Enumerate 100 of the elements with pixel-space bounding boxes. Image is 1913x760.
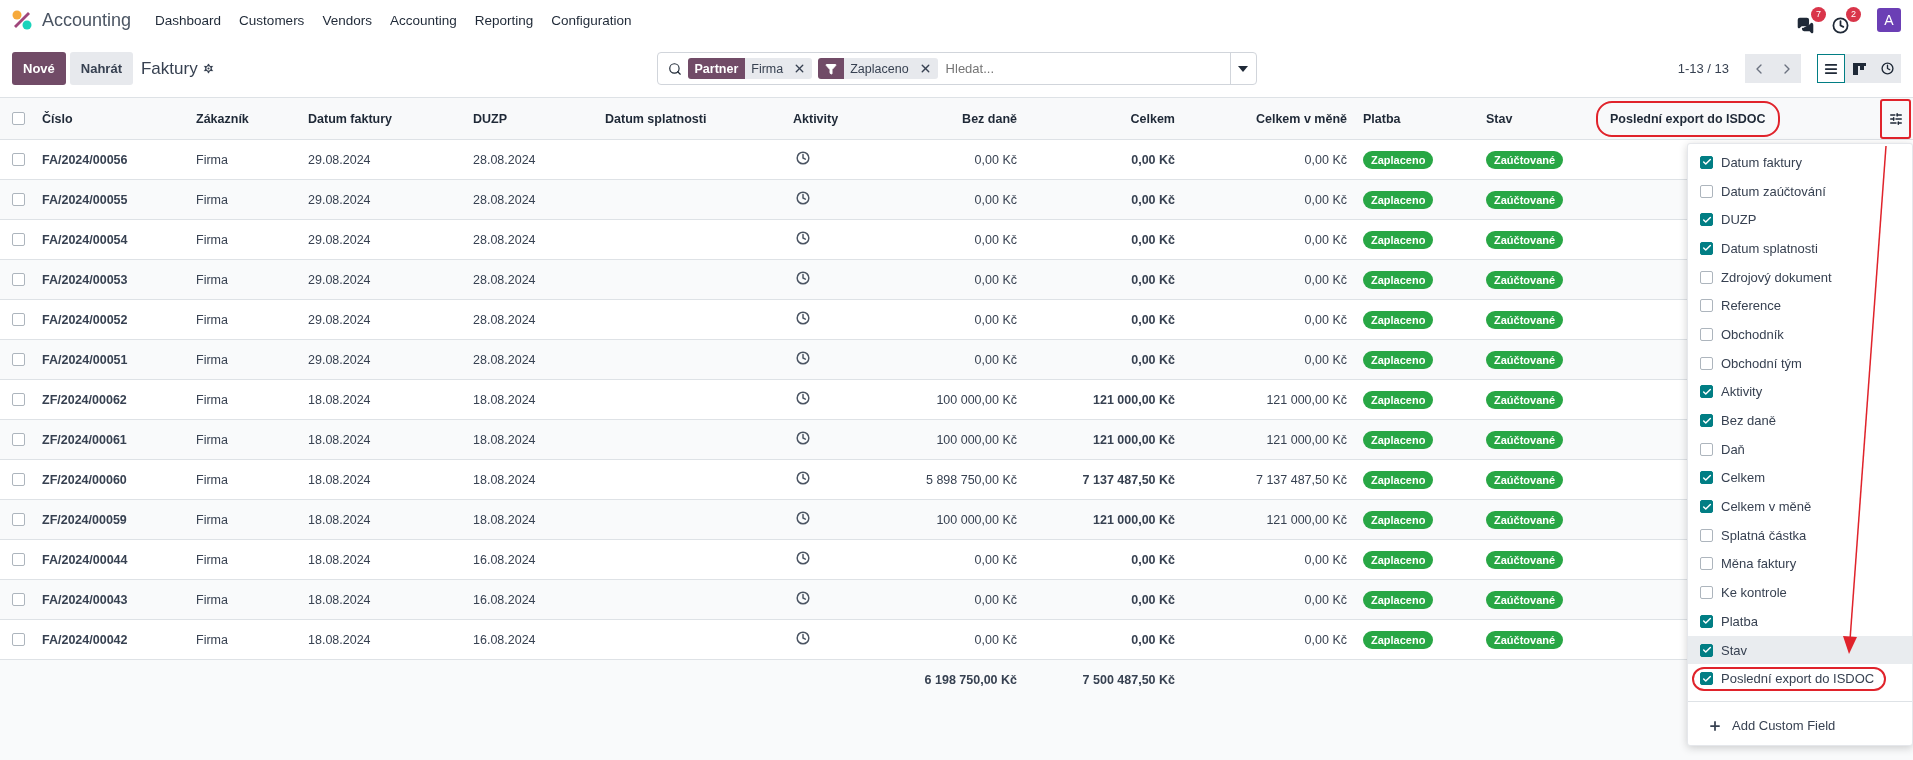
column-toggle[interactable]: Platba — [1692, 609, 1770, 634]
checkbox[interactable] — [12, 273, 25, 286]
activity-view-button[interactable] — [1873, 54, 1901, 83]
table-cell-text: 7 137 487,50 Kč — [1081, 472, 1176, 487]
column-header[interactable]: Datum splatnosti — [597, 111, 785, 126]
checkbox[interactable] — [1700, 442, 1713, 456]
checkbox[interactable] — [12, 112, 25, 125]
column-toggle[interactable]: Měna faktury — [1692, 551, 1809, 576]
checkbox[interactable] — [1700, 184, 1713, 198]
checkbox[interactable] — [1700, 385, 1713, 399]
checkbox[interactable] — [1700, 327, 1713, 341]
checkbox[interactable] — [1700, 471, 1713, 485]
clock-icon[interactable] — [796, 311, 810, 325]
table-cell-text: Firma — [195, 312, 229, 327]
checkbox[interactable] — [12, 513, 25, 526]
checkbox[interactable] — [12, 193, 25, 206]
add-custom-field-button[interactable]: Add Custom Field — [1688, 710, 1856, 742]
table-cell-text: 0,00 Kč — [973, 272, 1018, 287]
clock-icon[interactable] — [796, 551, 810, 565]
column-toggle[interactable]: Celkem — [1692, 465, 1778, 490]
menu-item[interactable]: Vendors — [322, 12, 372, 28]
checkbox[interactable] — [1700, 500, 1713, 514]
column-toggle[interactable]: Bez daně — [1692, 408, 1788, 433]
menu-item[interactable]: Configuration — [551, 12, 632, 28]
clock-icon[interactable] — [796, 231, 810, 245]
column-header[interactable]: Celkem — [1025, 111, 1183, 126]
column-toggle[interactable]: Aktivity — [1692, 379, 1775, 404]
column-toggle[interactable]: Obchodník — [1692, 322, 1796, 347]
clock-icon[interactable] — [796, 351, 810, 365]
column-header[interactable]: Poslední export do ISDOC — [1596, 100, 1780, 137]
column-toggle[interactable]: Zdrojový dokument — [1692, 265, 1844, 290]
checkbox[interactable] — [12, 313, 25, 326]
clock-icon[interactable] — [796, 591, 810, 605]
column-options-button[interactable] — [1880, 98, 1911, 139]
table-cell-text: 100 000,00 Kč — [935, 432, 1018, 447]
column-toggle[interactable]: Reference — [1692, 293, 1793, 318]
clock-icon[interactable] — [796, 511, 810, 525]
checkbox[interactable] — [1700, 270, 1713, 284]
table-cell-text: 121 000,00 Kč — [1092, 512, 1176, 527]
checkbox[interactable] — [1700, 356, 1713, 370]
checkbox[interactable] — [12, 473, 25, 486]
clock-icon[interactable] — [796, 431, 810, 445]
checkbox[interactable] — [12, 233, 25, 246]
column-toggle[interactable]: Poslední export do ISDOC — [1692, 666, 1887, 691]
upload-button[interactable]: Nahrát — [69, 52, 133, 85]
clock-icon[interactable] — [796, 191, 810, 205]
new-button[interactable]: Nové — [12, 52, 66, 85]
checkbox[interactable] — [1700, 299, 1713, 313]
column-header[interactable]: DUZP — [465, 111, 597, 126]
table-cell-text: 0,00 Kč — [1303, 232, 1348, 247]
checkbox[interactable] — [12, 433, 25, 446]
list-view-button[interactable] — [1817, 54, 1845, 83]
checkbox[interactable] — [12, 153, 25, 166]
clock-icon[interactable] — [796, 471, 810, 485]
activities-button[interactable]: 2 — [1832, 6, 1861, 34]
menu-item[interactable]: Accounting — [389, 12, 457, 28]
menu-item[interactable]: Customers — [239, 12, 305, 28]
checkbox[interactable] — [12, 353, 25, 366]
checkbox[interactable] — [1700, 557, 1713, 571]
clock-icon[interactable] — [796, 151, 810, 165]
user-avatar[interactable]: A — [1877, 8, 1901, 32]
menu-item[interactable]: Dashboard — [155, 12, 222, 28]
menu-item[interactable]: Reporting — [474, 12, 534, 28]
search-field[interactable]: Partner Firma Zaplaceno Hledat... — [656, 52, 1257, 85]
column-header[interactable]: Zákazník — [188, 111, 300, 126]
messages-button[interactable]: 7 — [1797, 6, 1826, 34]
checkbox[interactable] — [1700, 614, 1713, 628]
checkbox[interactable] — [1700, 672, 1713, 686]
checkbox[interactable] — [12, 593, 25, 606]
column-toggle[interactable]: Ke kontrole — [1692, 580, 1799, 605]
column-header[interactable]: Datum faktury — [300, 111, 465, 126]
checkbox[interactable] — [12, 633, 25, 646]
column-toggle[interactable]: DUZP — [1692, 207, 1769, 232]
column-header[interactable]: Číslo — [34, 111, 188, 126]
column-toggle[interactable]: Datum splatnosti — [1692, 236, 1830, 261]
column-header[interactable]: Bez daně — [862, 111, 1025, 126]
column-header[interactable]: Celkem v měně — [1183, 111, 1355, 126]
checkbox[interactable] — [12, 553, 25, 566]
column-toggle[interactable]: Obchodní tým — [1692, 351, 1814, 376]
column-header[interactable]: Aktivity — [785, 111, 862, 126]
checkbox[interactable] — [1700, 414, 1713, 428]
column-toggle[interactable]: Datum zaúčtování — [1692, 179, 1838, 204]
settings-icon[interactable] — [201, 62, 215, 75]
column-toggle[interactable]: Daň — [1692, 437, 1757, 462]
checkbox[interactable] — [1700, 213, 1713, 227]
clock-icon[interactable] — [796, 271, 810, 285]
checkbox[interactable] — [1700, 155, 1713, 169]
kanban-view-button[interactable] — [1845, 54, 1873, 83]
checkbox[interactable] — [1700, 528, 1713, 542]
checkbox[interactable] — [1700, 241, 1713, 255]
column-toggle[interactable]: Celkem v měně — [1692, 494, 1824, 519]
checkbox[interactable] — [1700, 643, 1713, 657]
checkbox[interactable] — [12, 393, 25, 406]
column-header[interactable]: Platba — [1355, 111, 1478, 126]
clock-icon[interactable] — [796, 631, 810, 645]
column-toggle[interactable]: Datum faktury — [1692, 150, 1814, 175]
clock-icon[interactable] — [796, 391, 810, 405]
column-toggle[interactable]: Splatná částka — [1692, 523, 1819, 548]
table-cell-text: Firma — [195, 632, 229, 647]
checkbox[interactable] — [1700, 586, 1713, 600]
